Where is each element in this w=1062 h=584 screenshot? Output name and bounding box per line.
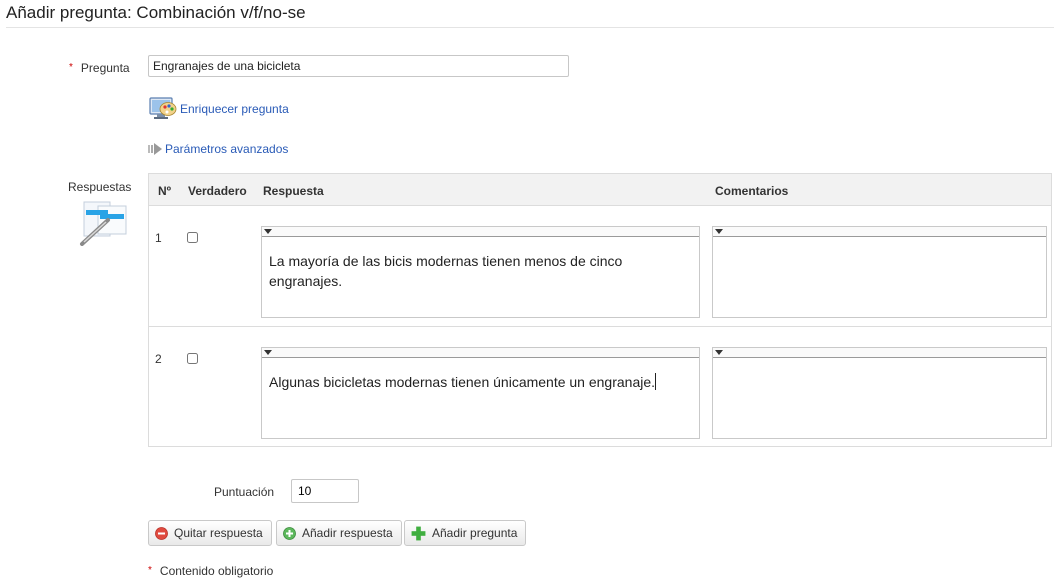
- required-note: * Contenido obligatorio: [148, 564, 273, 578]
- palette-icon[interactable]: [149, 96, 177, 122]
- add-question-label: Añadir pregunta: [432, 526, 518, 540]
- comment-editor[interactable]: [712, 347, 1047, 439]
- answers-edit-icon: [80, 201, 127, 246]
- add-question-button[interactable]: Añadir pregunta: [404, 520, 527, 546]
- advanced-params-link[interactable]: Parámetros avanzados: [165, 142, 288, 156]
- score-input[interactable]: [291, 479, 359, 503]
- remove-answer-button[interactable]: Quitar respuesta: [148, 520, 272, 546]
- plus-circle-icon: [283, 526, 296, 540]
- answer-text-wrap[interactable]: Algunas bicicletas modernas tienen única…: [262, 358, 699, 392]
- text-caret: [655, 373, 657, 390]
- header-num: Nº: [158, 184, 172, 198]
- required-marker: *: [148, 565, 152, 576]
- answer-editor[interactable]: La mayoría de las bicis modernas tienen …: [261, 226, 700, 318]
- chevron-down-icon[interactable]: [264, 350, 272, 355]
- editor-toolbar[interactable]: [262, 348, 699, 358]
- row-number: 1: [155, 231, 162, 245]
- answer-editor[interactable]: Algunas bicicletas modernas tienen única…: [261, 347, 700, 439]
- chevron-down-icon[interactable]: [264, 229, 272, 234]
- table-row: 1 La mayoría de las bicis modernas tiene…: [149, 206, 1051, 326]
- true-checkbox[interactable]: [187, 353, 198, 364]
- question-label: Pregunta: [80, 61, 130, 75]
- required-marker: *: [69, 62, 73, 73]
- table-row: 2 Algunas bicicletas modernas tienen úni…: [149, 326, 1051, 447]
- remove-answer-label: Quitar respuesta: [174, 526, 263, 540]
- page-title: Añadir pregunta: Combinación v/f/no-se: [6, 3, 306, 22]
- header-answer: Respuesta: [263, 184, 324, 198]
- chevron-down-icon[interactable]: [715, 350, 723, 355]
- minus-circle-icon: [155, 526, 168, 540]
- answer-text[interactable]: Algunas bicicletas modernas tienen única…: [269, 374, 655, 390]
- question-label-wrap: * Pregunta: [69, 61, 130, 75]
- answer-text[interactable]: La mayoría de las bicis modernas tienen …: [262, 237, 699, 291]
- required-note-text: Contenido obligatorio: [159, 564, 274, 578]
- chevron-down-icon[interactable]: [715, 229, 723, 234]
- header-comments: Comentarios: [715, 184, 789, 198]
- answers-label: Respuestas: [68, 180, 132, 194]
- green-plus-icon: [411, 526, 426, 540]
- question-input[interactable]: [148, 55, 569, 77]
- editor-toolbar[interactable]: [262, 227, 699, 237]
- header-true: Verdadero: [188, 184, 247, 198]
- arrow-right-icon[interactable]: [148, 143, 162, 155]
- answers-table-header: Nº Verdadero Respuesta Comentarios: [149, 174, 1051, 206]
- answers-table: Nº Verdadero Respuesta Comentarios 1 La …: [148, 173, 1052, 447]
- add-answer-button[interactable]: Añadir respuesta: [276, 520, 402, 546]
- row-number: 2: [155, 352, 162, 366]
- true-checkbox[interactable]: [187, 232, 198, 243]
- enrich-question-link[interactable]: Enriquecer pregunta: [180, 102, 289, 116]
- comment-text[interactable]: [713, 358, 1046, 372]
- comment-editor[interactable]: [712, 226, 1047, 318]
- score-label: Puntuación: [214, 485, 275, 499]
- editor-toolbar[interactable]: [713, 227, 1046, 237]
- add-answer-label: Añadir respuesta: [302, 526, 393, 540]
- comment-text[interactable]: [713, 237, 1046, 251]
- title-divider: [6, 27, 1054, 28]
- editor-toolbar[interactable]: [713, 348, 1046, 358]
